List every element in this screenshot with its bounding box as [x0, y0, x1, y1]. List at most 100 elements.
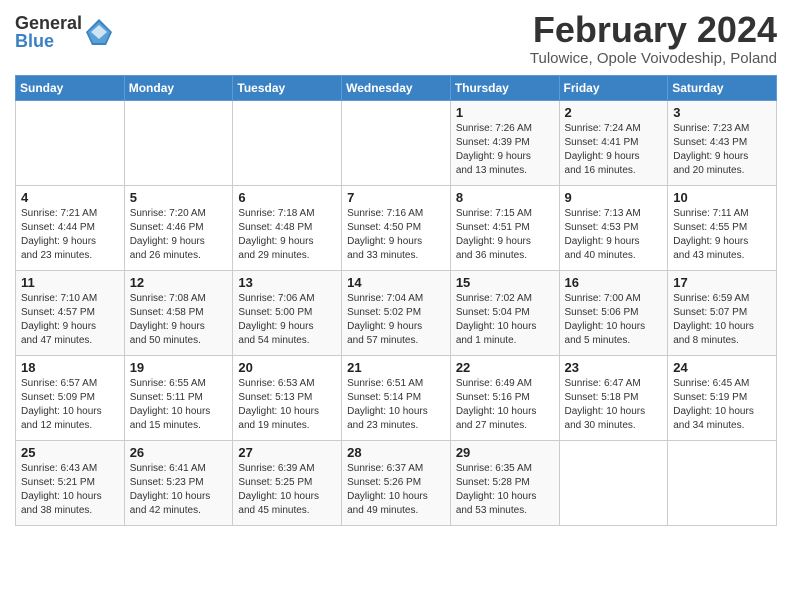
- day-number: 16: [565, 275, 663, 290]
- day-number: 2: [565, 105, 663, 120]
- day-detail: Sunrise: 7:21 AM Sunset: 4:44 PM Dayligh…: [21, 207, 119, 263]
- day-number: 17: [673, 275, 771, 290]
- day-number: 12: [130, 275, 228, 290]
- calendar-title: February 2024: [530, 10, 777, 50]
- logo: General Blue: [15, 14, 114, 50]
- calendar-cell: 23Sunrise: 6:47 AM Sunset: 5:18 PM Dayli…: [559, 355, 668, 440]
- day-number: 19: [130, 360, 228, 375]
- day-number: 10: [673, 190, 771, 205]
- calendar-cell: 18Sunrise: 6:57 AM Sunset: 5:09 PM Dayli…: [16, 355, 125, 440]
- calendar-cell: 10 Sunrise: 7:11 AM Sunset: 4:55 PM Dayli…: [668, 185, 777, 270]
- calendar-cell: [668, 440, 777, 525]
- day-header-saturday: Saturday: [668, 75, 777, 100]
- day-number: 15: [456, 275, 554, 290]
- day-detail: Sunrise: 6:37 AM Sunset: 5:26 PM Dayligh…: [347, 462, 445, 518]
- day-detail: Sunrise: 7:11 AM Sunset: 4:55 PM Dayligh…: [673, 207, 771, 263]
- day-detail: Sunrise: 6:49 AM Sunset: 5:16 PM Dayligh…: [456, 377, 554, 433]
- day-detail: Sunrise: 6:55 AM Sunset: 5:11 PM Dayligh…: [130, 377, 228, 433]
- calendar-cell: 7Sunrise: 7:16 AM Sunset: 4:50 PM Daylig…: [342, 185, 451, 270]
- day-number: 24: [673, 360, 771, 375]
- title-area: February 2024 Tulowice, Opole Voivodeshi…: [530, 10, 777, 67]
- header: General Blue February 2024 Tulowice, Opo…: [15, 10, 777, 67]
- logo-general-text: General: [15, 14, 82, 32]
- calendar-cell: 3 Sunrise: 7:23 AM Sunset: 4:43 PM Daylig…: [668, 100, 777, 185]
- calendar-cell: [233, 100, 342, 185]
- calendar-cell: 27Sunrise: 6:39 AM Sunset: 5:25 PM Dayli…: [233, 440, 342, 525]
- day-header-friday: Friday: [559, 75, 668, 100]
- calendar-cell: [124, 100, 233, 185]
- day-number: 25: [21, 445, 119, 460]
- day-number: 4: [21, 190, 119, 205]
- calendar-cell: 15Sunrise: 7:02 AM Sunset: 5:04 PM Dayli…: [450, 270, 559, 355]
- day-number: 26: [130, 445, 228, 460]
- day-header-tuesday: Tuesday: [233, 75, 342, 100]
- calendar-cell: 16 Sunrise: 7:00 AM Sunset: 5:06 PM Dayli…: [559, 270, 668, 355]
- day-detail: Sunrise: 6:41 AM Sunset: 5:23 PM Dayligh…: [130, 462, 228, 518]
- day-number: 6: [238, 190, 336, 205]
- week-row: 1Sunrise: 7:26 AM Sunset: 4:39 PM Daylig…: [16, 100, 777, 185]
- calendar-cell: 17 Sunrise: 6:59 AM Sunset: 5:07 PM Dayli…: [668, 270, 777, 355]
- day-detail: Sunrise: 7:06 AM Sunset: 5:00 PM Dayligh…: [238, 292, 336, 348]
- calendar-cell: 24 Sunrise: 6:45 AM Sunset: 5:19 PM Dayli…: [668, 355, 777, 440]
- calendar-cell: 11 Sunrise: 7:10 AM Sunset: 4:57 PM Dayli…: [16, 270, 125, 355]
- day-detail: Sunrise: 6:51 AM Sunset: 5:14 PM Dayligh…: [347, 377, 445, 433]
- calendar-table: SundayMondayTuesdayWednesdayThursdayFrid…: [15, 75, 777, 526]
- day-detail: Sunrise: 7:16 AM Sunset: 4:50 PM Dayligh…: [347, 207, 445, 263]
- day-detail: Sunrise: 7:15 AM Sunset: 4:51 PM Dayligh…: [456, 207, 554, 263]
- calendar-cell: 4 Sunrise: 7:21 AM Sunset: 4:44 PM Daylig…: [16, 185, 125, 270]
- day-detail: Sunrise: 7:13 AM Sunset: 4:53 PM Dayligh…: [565, 207, 663, 263]
- day-number: 11: [21, 275, 119, 290]
- day-number: 27: [238, 445, 336, 460]
- calendar-cell: 22 Sunrise: 6:49 AM Sunset: 5:16 PM Dayli…: [450, 355, 559, 440]
- day-detail: Sunrise: 6:53 AM Sunset: 5:13 PM Dayligh…: [238, 377, 336, 433]
- day-detail: Sunrise: 7:26 AM Sunset: 4:39 PM Dayligh…: [456, 122, 554, 178]
- day-detail: Sunrise: 6:43 AM Sunset: 5:21 PM Dayligh…: [21, 462, 119, 518]
- day-number: 29: [456, 445, 554, 460]
- logo-blue-text: Blue: [15, 32, 82, 50]
- day-number: 14: [347, 275, 445, 290]
- day-number: 28: [347, 445, 445, 460]
- day-detail: Sunrise: 6:35 AM Sunset: 5:28 PM Dayligh…: [456, 462, 554, 518]
- calendar-cell: 26 Sunrise: 6:41 AM Sunset: 5:23 PM Dayli…: [124, 440, 233, 525]
- calendar-cell: 14 Sunrise: 7:04 AM Sunset: 5:02 PM Dayli…: [342, 270, 451, 355]
- calendar-cell: 13 Sunrise: 7:06 AM Sunset: 5:00 PM Dayli…: [233, 270, 342, 355]
- calendar-cell: 8 Sunrise: 7:15 AM Sunset: 4:51 PM Daylig…: [450, 185, 559, 270]
- day-number: 20: [238, 360, 336, 375]
- day-number: 5: [130, 190, 228, 205]
- day-number: 9: [565, 190, 663, 205]
- day-number: 13: [238, 275, 336, 290]
- day-detail: Sunrise: 7:08 AM Sunset: 4:58 PM Dayligh…: [130, 292, 228, 348]
- day-detail: Sunrise: 7:00 AM Sunset: 5:06 PM Dayligh…: [565, 292, 663, 348]
- calendar-cell: 21Sunrise: 6:51 AM Sunset: 5:14 PM Dayli…: [342, 355, 451, 440]
- day-detail: Sunrise: 6:59 AM Sunset: 5:07 PM Dayligh…: [673, 292, 771, 348]
- calendar-cell: 2 Sunrise: 7:24 AM Sunset: 4:41 PM Daylig…: [559, 100, 668, 185]
- calendar-cell: [342, 100, 451, 185]
- day-detail: Sunrise: 7:04 AM Sunset: 5:02 PM Dayligh…: [347, 292, 445, 348]
- day-detail: Sunrise: 7:10 AM Sunset: 4:57 PM Dayligh…: [21, 292, 119, 348]
- week-row: 4 Sunrise: 7:21 AM Sunset: 4:44 PM Daylig…: [16, 185, 777, 270]
- day-header-monday: Monday: [124, 75, 233, 100]
- calendar-subtitle: Tulowice, Opole Voivodeship, Poland: [530, 50, 777, 67]
- day-detail: Sunrise: 7:18 AM Sunset: 4:48 PM Dayligh…: [238, 207, 336, 263]
- calendar-cell: [16, 100, 125, 185]
- day-number: 22: [456, 360, 554, 375]
- day-detail: Sunrise: 6:47 AM Sunset: 5:18 PM Dayligh…: [565, 377, 663, 433]
- calendar-cell: 1Sunrise: 7:26 AM Sunset: 4:39 PM Daylig…: [450, 100, 559, 185]
- day-header-thursday: Thursday: [450, 75, 559, 100]
- week-row: 25 Sunrise: 6:43 AM Sunset: 5:21 PM Dayli…: [16, 440, 777, 525]
- calendar-cell: 5Sunrise: 7:20 AM Sunset: 4:46 PM Daylig…: [124, 185, 233, 270]
- day-detail: Sunrise: 6:57 AM Sunset: 5:09 PM Dayligh…: [21, 377, 119, 433]
- day-detail: Sunrise: 7:24 AM Sunset: 4:41 PM Dayligh…: [565, 122, 663, 178]
- calendar-cell: 25 Sunrise: 6:43 AM Sunset: 5:21 PM Dayli…: [16, 440, 125, 525]
- calendar-cell: 9 Sunrise: 7:13 AM Sunset: 4:53 PM Daylig…: [559, 185, 668, 270]
- day-detail: Sunrise: 6:45 AM Sunset: 5:19 PM Dayligh…: [673, 377, 771, 433]
- day-number: 3: [673, 105, 771, 120]
- day-number: 8: [456, 190, 554, 205]
- day-detail: Sunrise: 7:23 AM Sunset: 4:43 PM Dayligh…: [673, 122, 771, 178]
- calendar-cell: 19 Sunrise: 6:55 AM Sunset: 5:11 PM Dayli…: [124, 355, 233, 440]
- day-header-sunday: Sunday: [16, 75, 125, 100]
- calendar-cell: [559, 440, 668, 525]
- week-row: 11 Sunrise: 7:10 AM Sunset: 4:57 PM Dayli…: [16, 270, 777, 355]
- calendar-cell: 28 Sunrise: 6:37 AM Sunset: 5:26 PM Dayli…: [342, 440, 451, 525]
- calendar-cell: 12 Sunrise: 7:08 AM Sunset: 4:58 PM Dayli…: [124, 270, 233, 355]
